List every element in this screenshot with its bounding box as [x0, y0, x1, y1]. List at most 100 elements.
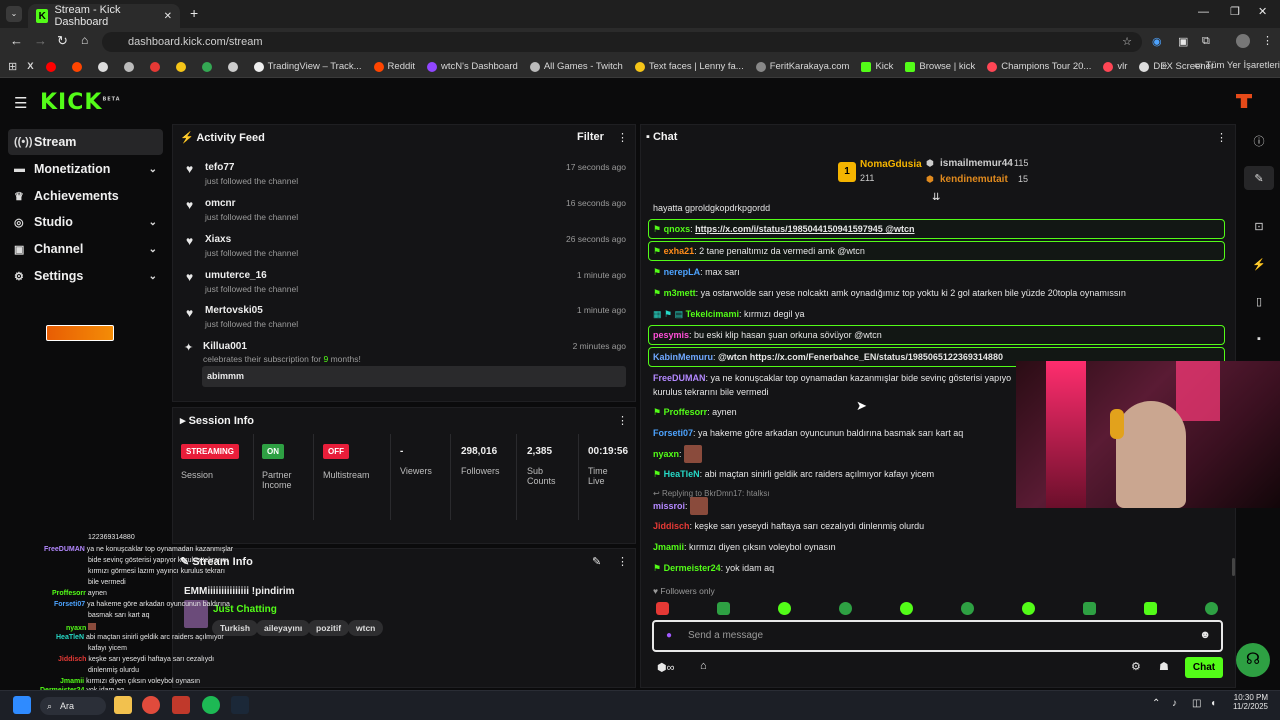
chat-text[interactable]: https://x.com/i/status/19850441509415979… [695, 224, 914, 234]
reload-icon[interactable]: ↻ [57, 33, 68, 49]
chat-username[interactable]: Jiddisch [653, 521, 690, 531]
store-icon[interactable]: ⌂ [700, 660, 707, 672]
filter-button[interactable]: Filter [577, 131, 604, 143]
support-headset-icon[interactable]: ☊ [1236, 643, 1270, 677]
chat-username[interactable]: exha21 [664, 246, 695, 256]
apps-grid-icon[interactable]: ⊞ [8, 60, 17, 73]
emote-icon[interactable] [656, 602, 669, 615]
activity-username[interactable]: Xiaxs [205, 234, 231, 245]
sidebar-item-achievements[interactable]: ♛ Achievements [8, 183, 163, 209]
kick-logo[interactable]: KICKBETA [40, 90, 121, 115]
stream-tag[interactable]: pozitif [308, 620, 350, 636]
extension-icon[interactable]: ▣ [1178, 35, 1188, 48]
bookmark-star-icon[interactable]: ☆ [1122, 32, 1132, 52]
bookmark-item[interactable]: Browse | kick [905, 61, 975, 72]
lightning-icon[interactable]: ⚡ [1244, 252, 1274, 276]
spotify-icon[interactable] [202, 696, 220, 714]
network-icon[interactable]: ◫ [1192, 698, 1201, 709]
chat-scrollbar[interactable] [1232, 558, 1235, 576]
bookmark-item[interactable]: Text faces | Lenny fa... [634, 61, 744, 72]
bookmark-item[interactable]: All Games - Twitch [529, 61, 623, 72]
activity-username[interactable]: omcnr [205, 198, 236, 209]
profile-avatar[interactable] [1236, 34, 1250, 48]
taskbar-search[interactable]: ⌕ Ara [40, 697, 106, 715]
extensions-puzzle-icon[interactable]: ⧉ [1202, 35, 1210, 48]
bookmark-icon[interactable] [97, 61, 112, 72]
forward-icon[interactable]: → [34, 33, 47, 48]
volume-icon[interactable]: ◖ [1210, 698, 1216, 709]
browser-menu-icon[interactable]: ⋮ [1262, 34, 1273, 47]
emote-icon[interactable] [900, 602, 913, 615]
chat-send-button[interactable]: Chat [1185, 657, 1223, 678]
bookmark-icon[interactable] [123, 61, 138, 72]
kicks-icon[interactable]: ⬢∞ [657, 661, 674, 674]
leaderboard-name[interactable]: ismailmemur44 [940, 158, 1013, 169]
bookmark-item[interactable]: Champions Tour 20... [987, 61, 1091, 72]
sidebar-item-monetization[interactable]: ▬ Monetization ⌄ [8, 156, 163, 182]
microphone-icon[interactable]: ♪ [1172, 698, 1177, 709]
chat-username[interactable]: nerepLA [664, 267, 701, 277]
bookmark-item[interactable]: wtcN's Dashboard [427, 61, 518, 72]
collapse-icon[interactable]: ⇊ [932, 192, 940, 203]
bookmark-icon[interactable] [201, 61, 216, 72]
leaderboard-name[interactable]: NomaGdusia [860, 159, 922, 170]
emote-icon[interactable] [1144, 602, 1157, 615]
activity-username[interactable]: tefo77 [205, 162, 234, 173]
bookmark-item[interactable]: Kick [861, 61, 893, 72]
users-icon[interactable]: ☗ [1159, 660, 1169, 673]
chat-text[interactable]: @wtcn https://x.com/Fenerbahce_EN/status… [718, 352, 1003, 362]
chat-input[interactable]: ● Send a message ☻ [652, 620, 1223, 652]
bookmark-item[interactable]: FeritKarakaya.com [755, 61, 849, 72]
bookmark-item[interactable]: Reddit [373, 61, 415, 72]
new-tab-icon[interactable]: + [190, 5, 198, 21]
activity-more-icon[interactable]: ⋮ [617, 131, 628, 144]
sidebar-item-channel[interactable]: ▣ Channel ⌄ [8, 236, 163, 262]
back-icon[interactable]: ← [10, 33, 23, 48]
emote-icon[interactable] [778, 602, 791, 615]
bookmark-item[interactable]: vlr [1103, 61, 1127, 72]
chat-username[interactable]: qnoxs [664, 224, 691, 234]
chat-username[interactable]: m3mett [664, 288, 696, 298]
emoji-icon[interactable]: ☻ [1199, 629, 1211, 641]
emote-icon[interactable] [961, 602, 974, 615]
emote-icon[interactable] [839, 602, 852, 615]
edit-pencil-icon[interactable]: ✎ [592, 555, 601, 568]
mic-icon[interactable]: ● [666, 630, 672, 641]
activity-username[interactable]: Mertovski05 [205, 305, 263, 316]
activity-username[interactable]: Killua001 [203, 341, 247, 352]
url-input[interactable]: dashboard.kick.com/stream ☆ [102, 32, 1142, 52]
chat-username[interactable]: Proffesorr [664, 407, 708, 417]
sidebar-item-stream[interactable]: ((•)) Stream [8, 129, 163, 155]
sidebar-item-studio[interactable]: ◎ Studio ⌄ [8, 209, 163, 235]
clock[interactable]: 10:30 PM 11/2/2025 [1228, 693, 1268, 711]
browser-tab[interactable]: K Stream - Kick Dashboard ✕ [28, 4, 180, 28]
stream-tag[interactable]: wtcn [348, 620, 384, 636]
edit-icon[interactable]: ✎ [1244, 166, 1274, 190]
chat-more-icon[interactable]: ⋮ [1216, 131, 1227, 144]
bookmark-x-icon[interactable]: X [27, 61, 33, 72]
chat-username[interactable]: KabinMemuru [653, 352, 713, 362]
chat-bubble-icon[interactable]: ▪ [1244, 327, 1274, 351]
emote-icon[interactable] [1205, 602, 1218, 615]
bookmark-icon[interactable] [227, 61, 242, 72]
sidebar-item-settings[interactable]: ⚙ Settings ⌄ [8, 263, 163, 289]
info-icon[interactable]: ⓘ [1244, 129, 1274, 153]
emote-icon[interactable] [717, 602, 730, 615]
stream-info-more-icon[interactable]: ⋮ [617, 555, 628, 568]
document-icon[interactable]: ▯ [1244, 289, 1274, 313]
stream-tag[interactable]: aileyayını [256, 620, 311, 636]
chat-username[interactable]: HeaTleN [664, 469, 700, 479]
chat-username[interactable]: Tekelcimami [686, 309, 739, 319]
tab-close-icon[interactable]: ✕ [164, 11, 172, 22]
all-bookmarks[interactable]: ▭ Tüm Yer İşaretleri [1194, 60, 1280, 71]
bookmark-youtube-icon[interactable] [45, 61, 60, 72]
chat-username[interactable]: Dermeister24 [664, 563, 721, 573]
chat-username[interactable]: pesymis [653, 330, 689, 340]
bookmark-item[interactable]: TradingView – Track... [253, 61, 362, 72]
tray-chevron-icon[interactable]: ⌃ [1152, 698, 1160, 709]
minimize-icon[interactable]: — [1198, 6, 1209, 18]
chat-username[interactable]: missroi [653, 501, 685, 511]
hamburger-menu-icon[interactable]: ☰ [14, 94, 27, 112]
leaderboard-name[interactable]: kendinemutait [940, 174, 1008, 185]
app-icon[interactable] [172, 696, 190, 714]
